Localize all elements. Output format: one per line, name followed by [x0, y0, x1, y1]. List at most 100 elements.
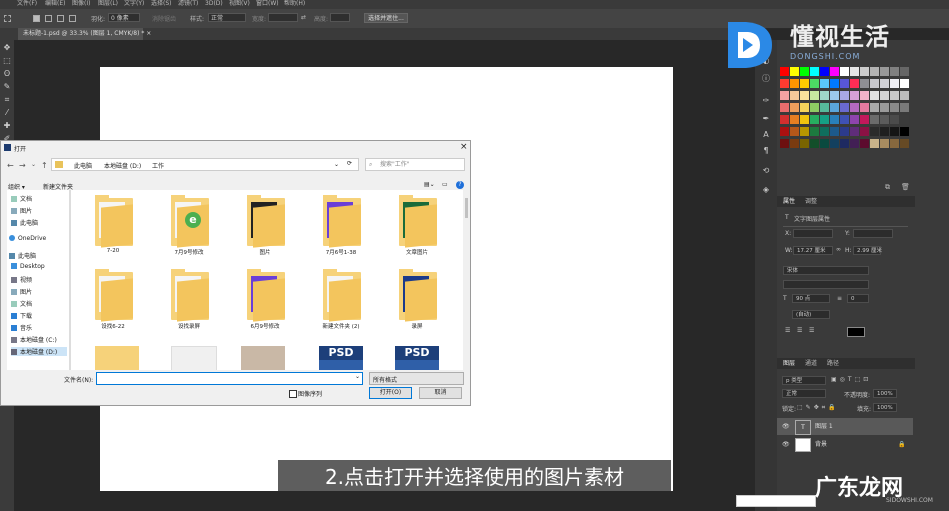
color-swatch[interactable]	[810, 115, 819, 124]
color-swatch[interactable]	[820, 139, 829, 148]
add-selection-icon[interactable]	[45, 15, 52, 22]
history-dropdown-icon[interactable]: ⌄	[31, 161, 36, 168]
menu-edit[interactable]: 编辑(E)	[45, 0, 65, 8]
text-color-swatch[interactable]	[847, 327, 865, 337]
color-swatch[interactable]	[830, 103, 839, 112]
color-swatch[interactable]	[840, 103, 849, 112]
file-type-select[interactable]: 所有格式	[369, 372, 464, 385]
menu-layer[interactable]: 图层(L)	[98, 0, 118, 8]
address-dropdown-icon[interactable]: ⌄	[334, 161, 339, 168]
color-swatch[interactable]	[830, 127, 839, 136]
layer-row[interactable]: 👁 T 图层 1	[777, 418, 913, 435]
file-scrollbar[interactable]	[463, 190, 470, 370]
move-tool-icon[interactable]: ✥	[2, 43, 12, 53]
swatches-grid[interactable]	[780, 67, 910, 177]
document-tab[interactable]: 未标题-1.psd @ 33.3% (图层 1, CMYK/8) * ×	[18, 28, 151, 40]
antialias-label[interactable]: 消除锯齿	[152, 14, 176, 23]
dropdown-icon[interactable]: ⌄	[355, 373, 360, 380]
color-swatch[interactable]	[780, 127, 789, 136]
color-swatch[interactable]	[820, 127, 829, 136]
color-swatch[interactable]	[780, 91, 789, 100]
h-input[interactable]: 2.99 厘米	[853, 246, 882, 255]
nav-item-drive-d[interactable]: 本地磁盘 (D:)	[11, 347, 67, 356]
nav-item-this-pc[interactable]: 此电脑	[9, 251, 36, 260]
w-input[interactable]: 17.27 厘米	[793, 246, 833, 255]
color-swatch[interactable]	[880, 79, 889, 88]
color-swatch[interactable]	[900, 115, 909, 124]
folder-item[interactable]: 图片	[235, 195, 295, 264]
font-style-select[interactable]	[783, 280, 869, 289]
color-swatch[interactable]	[800, 67, 809, 76]
nav-item-onedrive[interactable]: OneDrive	[9, 235, 46, 242]
color-swatch[interactable]	[850, 67, 859, 76]
color-swatch[interactable]	[830, 67, 839, 76]
color-swatch[interactable]	[780, 103, 789, 112]
layer-name[interactable]: 背景	[815, 436, 827, 453]
eye-icon[interactable]: 👁	[782, 436, 790, 453]
swatch-delete-icon[interactable]: 🗑	[901, 183, 910, 191]
color-swatch[interactable]	[900, 91, 909, 100]
menu-select[interactable]: 选择(S)	[151, 0, 172, 8]
color-swatch[interactable]	[810, 139, 819, 148]
color-swatch[interactable]	[860, 139, 869, 148]
tab-channels[interactable]: 通道	[805, 359, 817, 368]
tab-properties[interactable]: 属性	[783, 197, 795, 206]
folder-item[interactable]: 6月9号修改	[235, 269, 295, 338]
folder-item[interactable]: 7月6号1-38	[311, 195, 371, 264]
color-swatch[interactable]	[790, 115, 799, 124]
color-swatch[interactable]	[880, 127, 889, 136]
folder-item[interactable]: 文章图片	[387, 195, 447, 264]
color-swatch[interactable]	[870, 103, 879, 112]
color-swatch[interactable]	[870, 79, 879, 88]
color-swatch[interactable]	[810, 67, 819, 76]
color-swatch[interactable]	[860, 91, 869, 100]
folder-item[interactable]: 设找6-22	[83, 269, 143, 338]
color-swatch[interactable]	[810, 127, 819, 136]
color-swatch[interactable]	[900, 79, 909, 88]
color-swatch[interactable]	[820, 103, 829, 112]
color-swatch[interactable]	[820, 79, 829, 88]
color-swatch[interactable]	[870, 139, 879, 148]
color-swatch[interactable]	[800, 91, 809, 100]
breadcrumb-item[interactable]: 工作	[152, 161, 164, 170]
tab-layers[interactable]: 图层	[783, 359, 795, 368]
font-family-select[interactable]: 宋体	[783, 266, 869, 275]
align-right-icon[interactable]: ☰	[809, 327, 814, 334]
tab-paths[interactable]: 路径	[827, 359, 839, 368]
nav-item-videos[interactable]: 视频	[11, 275, 32, 284]
color-swatch[interactable]	[890, 115, 899, 124]
color-swatch[interactable]	[840, 79, 849, 88]
color-swatch[interactable]	[840, 139, 849, 148]
color-swatch[interactable]	[790, 103, 799, 112]
color-swatch[interactable]	[850, 127, 859, 136]
color-swatch[interactable]	[870, 91, 879, 100]
color-swatch[interactable]	[850, 115, 859, 124]
tracking-input[interactable]: 0	[847, 294, 869, 303]
opacity-input[interactable]: 100%	[873, 389, 897, 398]
breadcrumb-item[interactable]: 此电脑	[74, 161, 92, 170]
folder-item[interactable]: 新建文件夹 (2)	[311, 269, 371, 338]
nav-item-drive-c[interactable]: 本地磁盘 (C:)	[11, 335, 57, 344]
folder-item[interactable]: 录屏	[387, 269, 447, 338]
color-swatch[interactable]	[810, 79, 819, 88]
color-swatch[interactable]	[880, 91, 889, 100]
feather-input[interactable]: 0 像素	[108, 13, 140, 22]
color-swatch[interactable]	[790, 139, 799, 148]
folder-item[interactable]: 7-20	[83, 195, 143, 264]
help-icon[interactable]: ?	[456, 181, 464, 189]
back-icon[interactable]: ←	[7, 161, 14, 170]
cancel-button[interactable]: 取消	[419, 387, 462, 399]
color-swatch[interactable]	[890, 139, 899, 148]
color-swatch[interactable]	[790, 79, 799, 88]
info-icon[interactable]: ⓘ	[761, 74, 771, 84]
color-swatch[interactable]	[880, 67, 889, 76]
color-swatch[interactable]	[850, 91, 859, 100]
color-swatch[interactable]	[830, 139, 839, 148]
align-center-icon[interactable]: ☰	[797, 327, 802, 334]
character-icon[interactable]: A	[761, 130, 771, 140]
menu-file[interactable]: 文件(F)	[17, 0, 37, 8]
color-swatch[interactable]	[900, 67, 909, 76]
color-swatch[interactable]	[890, 67, 899, 76]
color-swatch[interactable]	[860, 115, 869, 124]
color-swatch[interactable]	[890, 79, 899, 88]
